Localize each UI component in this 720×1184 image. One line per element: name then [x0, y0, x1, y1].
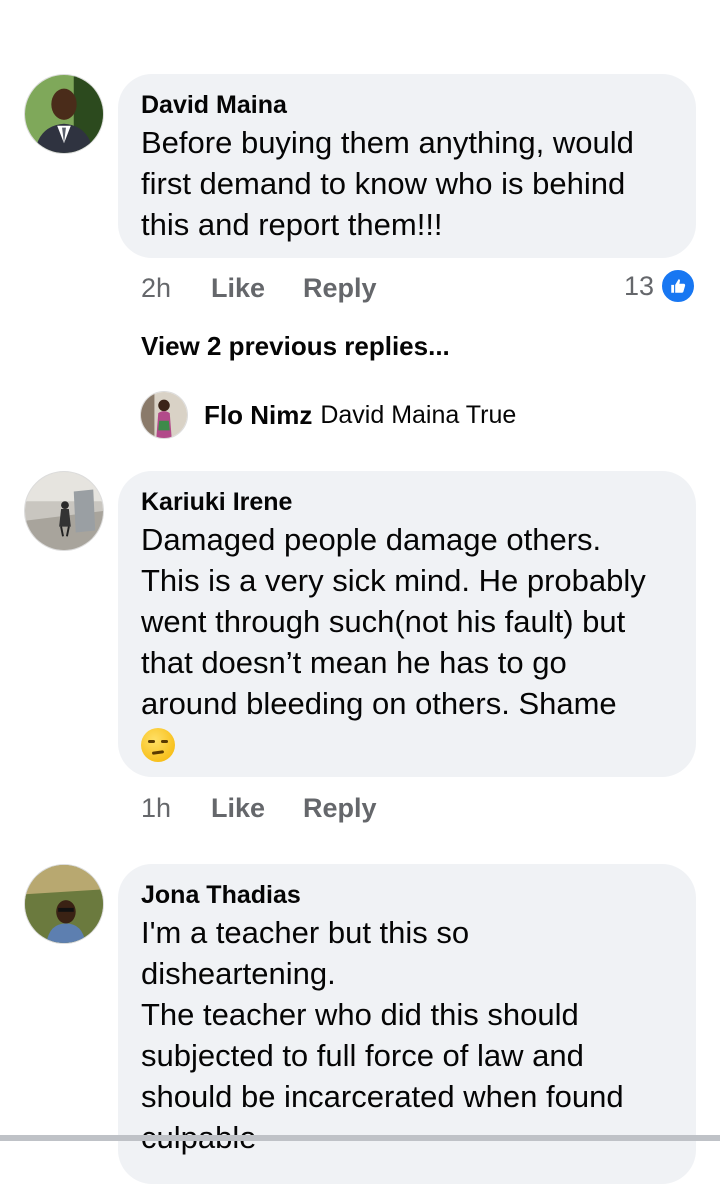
profile-photo [141, 392, 187, 438]
comment-bubble[interactable]: Kariuki Irene Damaged people damage othe… [118, 471, 696, 777]
profile-photo [25, 472, 103, 550]
reply-author[interactable]: Flo Nimz [204, 400, 312, 431]
avatar-kariuki-irene[interactable] [24, 471, 104, 551]
reply-button[interactable]: Reply [303, 788, 377, 828]
reply-text: David Maina True [320, 400, 517, 429]
avatar-david-maina[interactable] [24, 74, 104, 154]
reply-item: Flo Nimz David Maina True [140, 390, 516, 440]
comment-time[interactable]: 2h [141, 268, 171, 308]
comment-author[interactable]: Kariuki Irene [141, 485, 674, 519]
like-icon [660, 268, 697, 304]
avatar-flo-nimz[interactable] [140, 391, 188, 439]
like-button[interactable]: Like [211, 268, 265, 308]
comment-bubble[interactable]: David Maina Before buying them anything,… [118, 74, 696, 258]
bottom-divider [0, 1135, 720, 1141]
view-previous-replies-link[interactable]: View 2 previous replies... [141, 326, 450, 366]
reply-button[interactable]: Reply [303, 268, 377, 308]
like-button[interactable]: Like [211, 788, 265, 828]
unamused-face-emoji [141, 728, 175, 762]
reaction-count: 13 [624, 270, 655, 301]
reaction-summary[interactable]: 13 [624, 266, 697, 306]
comment-author[interactable]: Jona Thadias [141, 878, 674, 912]
comment-text: Before buying them anything, would first… [141, 125, 634, 242]
comment-time[interactable]: 1h [141, 788, 171, 828]
comment-author[interactable]: David Maina [141, 88, 674, 122]
comment-text: I'm a teacher but this so disheartening.… [141, 915, 624, 1155]
comment-text: Damaged people damage others. This is a … [141, 522, 646, 721]
profile-photo [25, 75, 103, 153]
profile-photo [25, 865, 103, 943]
avatar-jona-thadias[interactable] [24, 864, 104, 944]
